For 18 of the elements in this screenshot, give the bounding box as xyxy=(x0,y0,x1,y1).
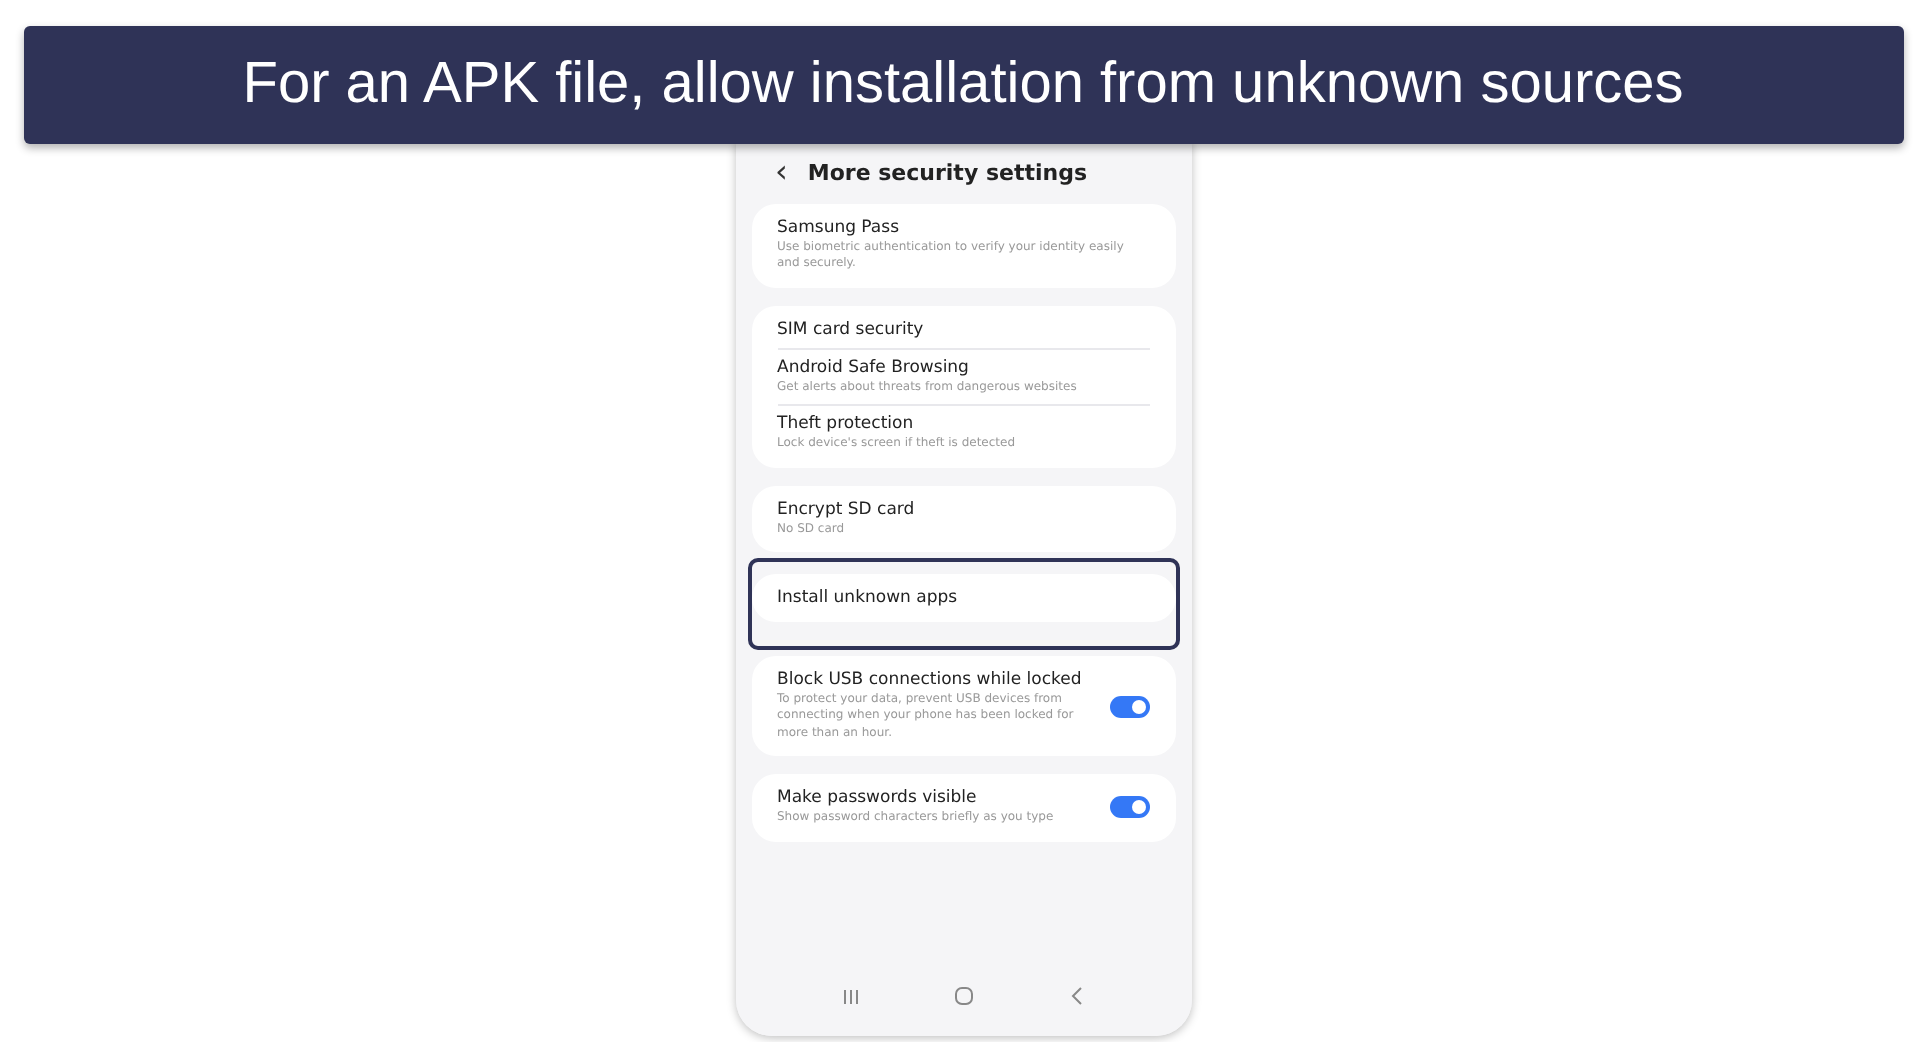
item-title: SIM card security xyxy=(777,319,926,340)
toggle-switch[interactable] xyxy=(1109,695,1149,718)
home-icon[interactable] xyxy=(954,986,975,1006)
screen-title: More security settings xyxy=(807,159,1087,185)
item-title: Samsung Pass xyxy=(777,218,901,238)
back-button[interactable]: ‹ xyxy=(775,156,788,188)
caption-banner: For an APK file, allow installation from unknown sources xyxy=(23,26,1903,144)
item-title: Encrypt SD card xyxy=(777,499,917,520)
recent-apps-icon[interactable] xyxy=(842,987,861,1005)
item-title: Make passwords visible xyxy=(777,788,979,809)
toggle-switch[interactable] xyxy=(1109,796,1149,819)
item-title: Block USB connections while locked xyxy=(777,669,1084,690)
settings-item[interactable]: Install unknown apps xyxy=(777,579,1149,616)
item-title: Theft protection xyxy=(777,414,916,435)
settings-item[interactable]: SIM card security xyxy=(777,311,1149,348)
back-icon[interactable] xyxy=(1069,986,1084,1006)
item-title: Android Safe Browsing xyxy=(777,357,971,378)
item-title: Install unknown apps xyxy=(777,587,960,608)
